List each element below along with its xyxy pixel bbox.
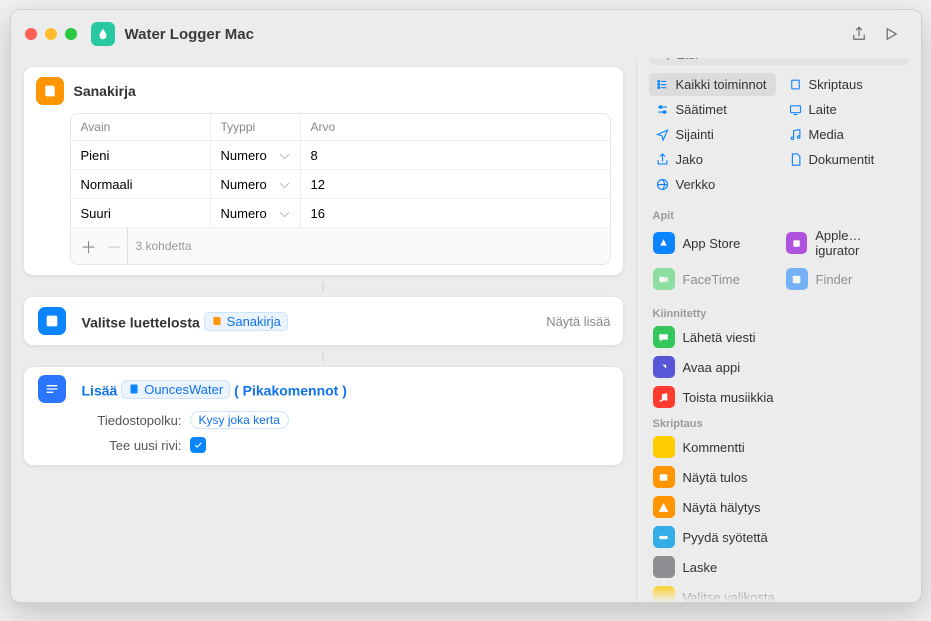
pinned-item[interactable]: Lähetä viesti <box>649 322 909 352</box>
list-item[interactable]: Näytä hälytys <box>649 492 909 522</box>
fade-overlay <box>637 582 921 602</box>
minimize-window-button[interactable] <box>45 28 57 40</box>
app-store-icon <box>653 232 675 254</box>
apps-header: Apit <box>637 204 921 224</box>
pinned-item[interactable]: Toista musiikkia <box>649 382 909 412</box>
titlebar: Water Logger Mac <box>11 10 921 58</box>
app-item[interactable]: App Store <box>649 224 776 262</box>
connector <box>23 286 624 296</box>
newline-label: Tee uusi rivi: <box>86 438 182 453</box>
actions-sidebar: Kaikki toiminnot Skriptaus Säätimet Lait… <box>636 58 921 602</box>
type-select[interactable]: Numero⌵ <box>211 170 301 198</box>
value-cell[interactable]: 8 <box>301 141 610 169</box>
table-row[interactable]: Pieni Numero⌵ 8 <box>71 141 610 170</box>
list-item[interactable]: Näytä tulos <box>649 462 909 492</box>
finder-icon <box>786 268 808 290</box>
col-key-header: Avain <box>71 114 211 140</box>
value-cell[interactable]: 12 <box>301 170 610 198</box>
dictionary-icon <box>36 77 64 105</box>
window-title: Water Logger Mac <box>125 26 254 43</box>
variable-token-dictionary[interactable]: Sanakirja <box>204 312 288 331</box>
table-row[interactable]: Normaali Numero⌵ 12 <box>71 170 610 199</box>
search-input[interactable] <box>677 58 901 62</box>
category-location[interactable]: Sijainti <box>649 123 776 146</box>
row-count: 3 kohdetta <box>127 228 202 264</box>
key-cell[interactable]: Suuri <box>71 199 211 227</box>
window-controls <box>25 28 77 40</box>
search-field[interactable] <box>649 58 909 65</box>
category-scripting[interactable]: Skriptaus <box>782 73 909 96</box>
category-all-actions[interactable]: Kaikki toiminnot <box>649 73 776 96</box>
choose-title: Valitse luettelosta Sanakirja <box>82 312 288 331</box>
zoom-window-button[interactable] <box>65 28 77 40</box>
col-type-header: Tyyppi <box>211 114 301 140</box>
workflow-editor: Sanakirja Avain Tyyppi Arvo Pieni Numero… <box>11 58 636 602</box>
list-item[interactable]: Kommentti <box>649 432 909 462</box>
show-more-button[interactable]: Näytä lisää <box>546 314 610 329</box>
close-window-button[interactable] <box>25 28 37 40</box>
value-cell[interactable]: 16 <box>301 199 610 227</box>
variable-token-file[interactable]: OuncesWater <box>121 380 230 399</box>
show-alert-icon <box>653 496 675 518</box>
dictionary-action-card[interactable]: Sanakirja Avain Tyyppi Arvo Pieni Numero… <box>23 66 624 276</box>
configurator-icon <box>786 232 808 254</box>
table-row[interactable]: Suuri Numero⌵ 16 <box>71 199 610 228</box>
key-cell[interactable]: Normaali <box>71 170 211 198</box>
category-documents[interactable]: Dokumentit <box>782 148 909 171</box>
app-item[interactable]: FaceTime <box>649 264 776 294</box>
type-select[interactable]: Numero⌵ <box>211 199 301 227</box>
show-result-icon <box>653 466 675 488</box>
remove-row-button[interactable]: － <box>97 228 123 264</box>
chevron-up-down-icon: ⌵ <box>280 205 290 221</box>
dictionary-title: Sanakirja <box>74 83 136 99</box>
app-icon <box>91 22 115 46</box>
open-app-icon <box>653 356 675 378</box>
pinned-item[interactable]: Avaa appi <box>649 352 909 382</box>
pinned-header: Kiinnitetty <box>637 302 921 322</box>
category-grid: Kaikki toiminnot Skriptaus Säätimet Lait… <box>637 71 921 204</box>
comment-icon <box>653 436 675 458</box>
chevron-up-down-icon: ⌵ <box>280 176 290 192</box>
list-item[interactable]: Laske <box>649 552 909 582</box>
app-item[interactable]: Finder <box>782 264 909 294</box>
category-web[interactable]: Verkko <box>649 173 776 196</box>
key-cell[interactable]: Pieni <box>71 141 211 169</box>
connector <box>23 356 624 366</box>
category-controls[interactable]: Säätimet <box>649 98 776 121</box>
append-icon <box>38 375 66 403</box>
filepath-label: Tiedostopolku: <box>86 413 182 428</box>
calculate-icon <box>653 556 675 578</box>
share-button[interactable] <box>843 20 875 48</box>
message-icon <box>653 326 675 348</box>
app-window: Water Logger Mac Sanakirja <box>10 9 922 603</box>
list-item[interactable]: Pyydä syötettä <box>649 522 909 552</box>
choose-from-list-action-card[interactable]: Valitse luettelosta Sanakirja Näytä lisä… <box>23 296 624 346</box>
category-sharing[interactable]: Jako <box>649 148 776 171</box>
run-button[interactable] <box>875 20 907 48</box>
app-item[interactable]: Apple…igurator <box>782 224 909 262</box>
append-title: Lisää OuncesWater ( Pikakomennot ) <box>82 380 347 399</box>
type-select[interactable]: Numero⌵ <box>211 141 301 169</box>
chevron-up-down-icon: ⌵ <box>280 147 290 163</box>
facetime-icon <box>653 268 675 290</box>
scripting-header: Skriptaus <box>637 412 921 432</box>
music-icon <box>653 386 675 408</box>
append-to-file-action-card[interactable]: Lisää OuncesWater ( Pikakomennot ) Tiedo… <box>23 366 624 466</box>
add-row-button[interactable]: ＋ <box>71 228 97 264</box>
choose-list-icon <box>38 307 66 335</box>
ask-input-icon <box>653 526 675 548</box>
ask-each-time-token[interactable]: Kysy joka kerta <box>190 411 289 429</box>
newline-checkbox[interactable] <box>190 437 206 453</box>
search-icon <box>657 58 671 62</box>
category-media[interactable]: Media <box>782 123 909 146</box>
col-value-header: Arvo <box>301 114 610 140</box>
category-device[interactable]: Laite <box>782 98 909 121</box>
dictionary-table: Avain Tyyppi Arvo Pieni Numero⌵ 8 Normaa… <box>70 113 611 265</box>
